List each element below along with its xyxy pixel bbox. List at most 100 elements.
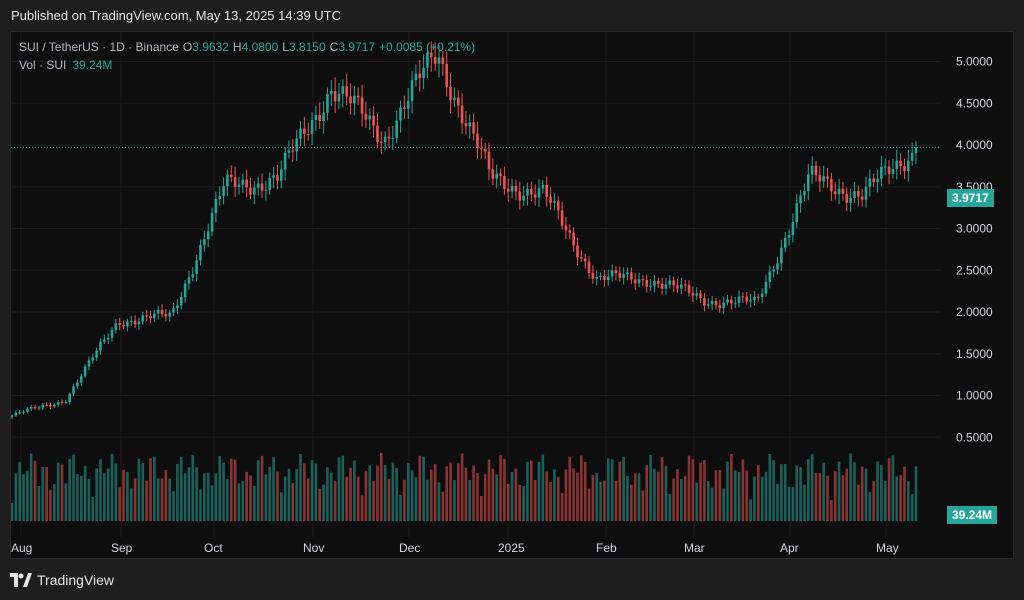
candle-body	[572, 232, 575, 246]
candle-body	[87, 360, 91, 367]
volume-bar	[399, 494, 402, 521]
candle-body	[903, 166, 906, 172]
candle-body	[510, 186, 514, 192]
volume-bar	[468, 480, 472, 521]
candle-body	[160, 310, 164, 315]
candle-body	[691, 292, 695, 296]
published-banner: Published on TradingView.com, May 13, 20…	[0, 0, 1024, 30]
volume-bar	[710, 487, 714, 521]
volume-bar	[533, 479, 537, 521]
volume-bar	[268, 467, 272, 521]
candle-body	[837, 188, 841, 195]
volume-bar	[680, 478, 683, 521]
volume-bar	[299, 453, 302, 521]
volume-bar	[672, 478, 675, 521]
candle-body	[322, 112, 325, 122]
volume-bar	[64, 483, 68, 521]
volume-bar	[914, 466, 918, 521]
candle-body	[406, 100, 410, 109]
volume-bar	[899, 475, 902, 521]
candle-body	[560, 210, 564, 226]
candle-body	[129, 320, 133, 322]
candle-body	[599, 275, 602, 277]
volume-bar	[53, 483, 56, 521]
candle-body	[360, 97, 364, 114]
candle-body	[899, 160, 902, 167]
candle-body	[68, 393, 72, 403]
candle-body	[776, 263, 779, 270]
y-tick-label: 1.5000	[956, 347, 993, 361]
volume-bar	[622, 456, 625, 521]
volume-bar	[487, 459, 491, 521]
volume-bar	[318, 488, 322, 521]
candle-body	[756, 296, 760, 298]
candle-body	[726, 299, 729, 303]
candle-body	[783, 237, 787, 248]
candle-body	[245, 179, 248, 188]
volume-bar	[814, 472, 818, 521]
legend-open-value: 3.9632	[192, 40, 229, 54]
volume-bar	[291, 482, 295, 521]
candle-body	[122, 324, 125, 327]
chart-legend: SUI / TetherUS · 1D · Binance O 3.9632 H…	[19, 38, 479, 74]
candle-body	[614, 270, 618, 274]
volume-bar	[56, 462, 60, 521]
volume-bar	[483, 474, 487, 521]
y-tick-label: 4.0000	[956, 138, 993, 152]
candle-body	[287, 150, 291, 153]
chart-panel[interactable]: 5.50005.00004.50004.00003.50003.00002.50…	[10, 31, 1014, 559]
price-chart[interactable]: 5.50005.00004.50004.00003.50003.00002.50…	[11, 32, 1014, 559]
volume-bar	[129, 488, 133, 521]
volume-bar	[203, 473, 206, 521]
candle-body	[364, 113, 368, 120]
volume-bar	[822, 462, 825, 521]
volume-bar	[237, 483, 241, 521]
candle-body	[768, 271, 772, 282]
volume-bar	[730, 453, 733, 521]
volume-bar	[310, 460, 314, 521]
volume-bar	[791, 486, 795, 521]
candle-body	[849, 198, 852, 203]
x-tick-label: Dec	[399, 541, 420, 555]
volume-bar	[368, 465, 372, 521]
volume-bar	[795, 465, 799, 521]
volume-bar	[14, 473, 18, 521]
volume-bar	[26, 470, 29, 521]
volume-bar	[241, 481, 245, 521]
candle-body	[83, 366, 87, 377]
volume-bar	[76, 474, 79, 521]
candle-body	[826, 176, 829, 179]
volume-bar	[110, 453, 114, 521]
candle-body	[156, 310, 160, 314]
volume-bar	[114, 463, 118, 521]
candle-body	[653, 280, 656, 286]
x-tick-label: May	[876, 541, 899, 555]
candle-body	[168, 312, 172, 317]
volume-bar	[872, 481, 875, 521]
volume-bar	[772, 460, 775, 521]
volume-bar	[610, 459, 614, 521]
volume-bar	[345, 476, 348, 521]
candle-body	[499, 173, 502, 176]
candle-body	[649, 285, 652, 287]
candle-body	[214, 198, 218, 213]
candle-body	[472, 122, 475, 134]
candle-body	[468, 122, 472, 127]
candle-body	[626, 272, 629, 275]
volume-bar	[703, 460, 706, 521]
volume-bar	[560, 493, 564, 521]
volume-bar	[195, 467, 198, 521]
volume-bar	[206, 472, 210, 521]
volume-bar	[656, 471, 660, 521]
candle-body	[233, 177, 237, 187]
legend-symbol[interactable]: SUI / TetherUS · 1D · Binance	[19, 38, 179, 56]
volume-bar	[849, 453, 852, 521]
volume-bar	[518, 484, 522, 521]
candle-body	[683, 284, 687, 286]
candle-body	[310, 119, 314, 135]
legend-volume-label[interactable]: Vol · SUI	[19, 56, 66, 74]
volume-bar	[11, 503, 14, 521]
candle-body	[41, 404, 45, 408]
volume-bar	[564, 469, 568, 521]
volume-bar	[718, 469, 722, 521]
